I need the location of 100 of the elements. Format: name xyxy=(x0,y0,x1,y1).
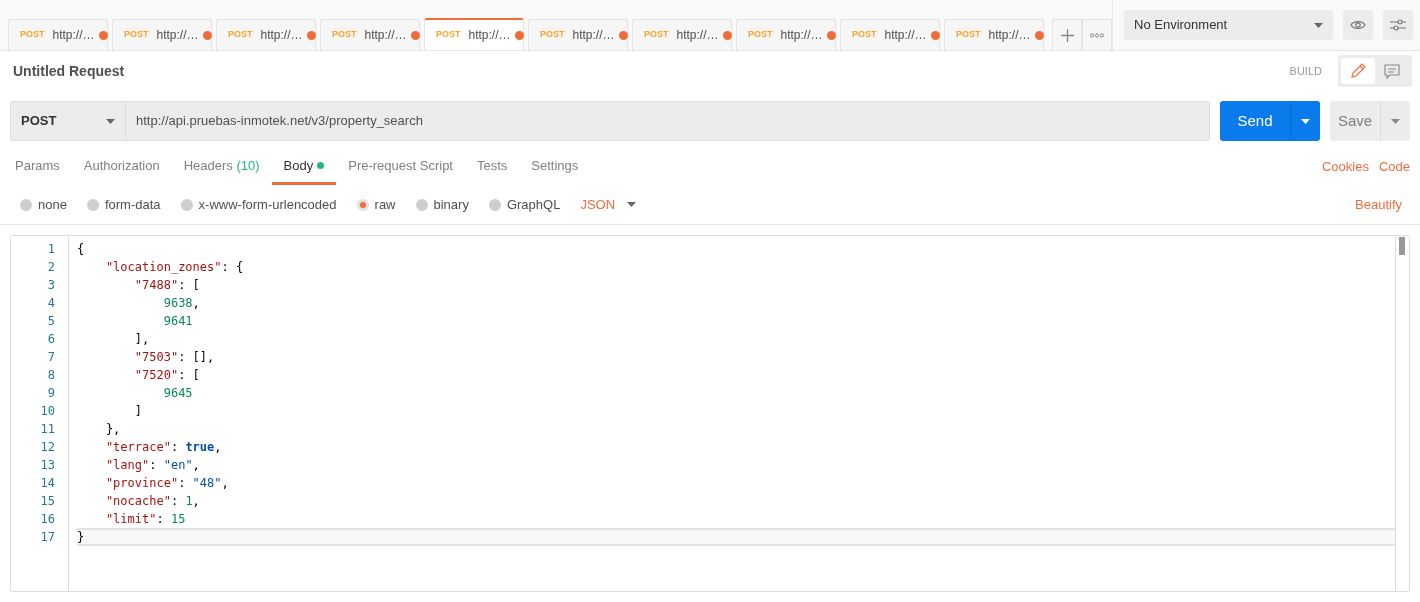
caret-icon xyxy=(1314,22,1323,28)
radio-icon[interactable] xyxy=(356,198,369,211)
unsaved-dot xyxy=(410,30,420,40)
manage-environments-button[interactable] xyxy=(1383,10,1413,40)
body-type-option[interactable]: form-data xyxy=(86,194,161,215)
radio-label: raw xyxy=(374,195,396,214)
format-label: JSON xyxy=(580,195,616,214)
code-line: 9638, xyxy=(162,295,201,312)
request-section-tab[interactable]: Body xyxy=(271,149,337,185)
line-number: 3 xyxy=(46,277,56,294)
sliders-icon xyxy=(1390,18,1406,32)
code-line: "lang": "en", xyxy=(104,457,201,474)
line-number: 6 xyxy=(46,331,56,348)
request-tab[interactable]: POST http://… xyxy=(528,19,628,50)
tab-title: http://… xyxy=(260,27,303,44)
plus-icon xyxy=(1060,28,1074,42)
save-options-button[interactable] xyxy=(1380,101,1410,141)
code-line: }, xyxy=(104,421,122,438)
line-number: 4 xyxy=(46,295,56,312)
radio-icon[interactable] xyxy=(20,198,32,211)
radio-label: form-data xyxy=(104,195,161,214)
caret-icon xyxy=(1391,118,1400,124)
request-tab[interactable]: POST http://… xyxy=(736,19,836,50)
request-tab[interactable]: POST http://… xyxy=(216,19,316,50)
radio-icon[interactable] xyxy=(180,198,193,211)
method-label: POST xyxy=(332,28,357,42)
body-type-option[interactable]: x-www-form-urlencoded xyxy=(180,194,337,215)
new-tab-button[interactable] xyxy=(1052,19,1082,50)
method-label: POST xyxy=(540,28,565,42)
request-tab[interactable]: POST http://… xyxy=(8,19,108,50)
line-number: 11 xyxy=(39,421,56,438)
radio-icon[interactable] xyxy=(415,198,428,211)
url-field[interactable]: http://api.pruebas-inmotek.net/v3/property_search xyxy=(125,101,1210,141)
body-type-option[interactable]: GraphQL xyxy=(488,194,561,215)
environment-dropdown[interactable]: No Environment xyxy=(1124,10,1333,40)
radio-icon[interactable] xyxy=(86,198,99,211)
request-section-tab[interactable]: Tests xyxy=(465,149,520,185)
method-label: POST xyxy=(20,28,45,42)
line-number: 8 xyxy=(46,367,56,384)
method-label: POST xyxy=(436,28,461,42)
request-section-tab[interactable]: Authorization xyxy=(71,149,172,185)
method-label: POST xyxy=(748,28,773,42)
comment-icon xyxy=(1384,63,1400,79)
body-type-option[interactable]: raw xyxy=(356,194,396,215)
method-value: POST xyxy=(21,112,57,131)
header-count: (10) xyxy=(236,157,260,173)
caret-icon xyxy=(1301,118,1310,124)
send-options-button[interactable] xyxy=(1290,101,1320,141)
edit-mode-button[interactable] xyxy=(1341,58,1375,84)
tab-title: http://… xyxy=(988,27,1031,44)
unsaved-dot xyxy=(618,30,628,40)
code-line: "limit": 15 xyxy=(104,511,187,528)
code-line: 9645 xyxy=(162,385,194,402)
content-dot xyxy=(317,161,325,169)
request-tab[interactable]: POST http://… xyxy=(112,19,212,50)
line-number: 15 xyxy=(39,493,56,510)
body-type-option[interactable]: binary xyxy=(415,194,469,215)
line-number: 9 xyxy=(46,385,56,402)
line-number: 5 xyxy=(46,313,56,330)
request-tab[interactable]: POST http://… xyxy=(320,19,420,50)
request-section-tab[interactable]: Params xyxy=(15,149,72,185)
code-line: ] xyxy=(133,403,144,420)
mode-label: BUILD xyxy=(1289,63,1322,79)
radio-label: none xyxy=(38,195,67,214)
code-line: "province": "48", xyxy=(104,475,230,492)
radio-label: GraphQL xyxy=(506,195,561,214)
request-section-tab[interactable]: Pre-request Script xyxy=(336,149,465,185)
more-tabs-button[interactable] xyxy=(1082,19,1112,50)
body-type-option[interactable]: none xyxy=(20,194,67,215)
request-tab[interactable]: POST http://… xyxy=(632,19,732,50)
method-label: POST xyxy=(644,28,669,42)
request-title: Untitled Request xyxy=(13,61,126,81)
unsaved-dot xyxy=(826,30,836,40)
send-button[interactable]: Send xyxy=(1220,101,1290,141)
request-section-tab[interactable]: Headers (10) xyxy=(171,149,272,185)
environment-label: No Environment xyxy=(1134,16,1228,35)
unsaved-dot xyxy=(202,30,212,40)
method-label: POST xyxy=(852,28,877,42)
code-line: "7520": [ xyxy=(133,367,201,384)
caret-icon xyxy=(627,202,637,207)
method-dropdown[interactable]: POST xyxy=(10,101,125,141)
request-section-tab[interactable]: Settings xyxy=(519,149,591,185)
unsaved-dot xyxy=(98,30,108,40)
radio-icon[interactable] xyxy=(488,198,501,211)
line-number: 14 xyxy=(39,475,56,492)
code-line: ], xyxy=(133,331,151,348)
tab-title: http://… xyxy=(884,27,927,44)
caret-icon xyxy=(106,118,115,124)
pencil-icon xyxy=(1350,63,1366,79)
code-line: "7488": [ xyxy=(133,277,201,294)
scrollbar-thumb[interactable] xyxy=(1399,237,1405,255)
line-number: 10 xyxy=(39,403,56,420)
request-tab[interactable]: POST http://… xyxy=(944,19,1044,50)
request-tab[interactable]: POST http://… xyxy=(840,19,940,50)
unsaved-dot xyxy=(1034,30,1044,40)
line-number: 12 xyxy=(39,439,56,456)
request-tab[interactable]: POST http://… xyxy=(424,18,524,50)
line-number: 1 xyxy=(46,241,56,258)
radio-label: binary xyxy=(433,195,469,214)
environment-quick-look-button[interactable] xyxy=(1343,10,1373,40)
